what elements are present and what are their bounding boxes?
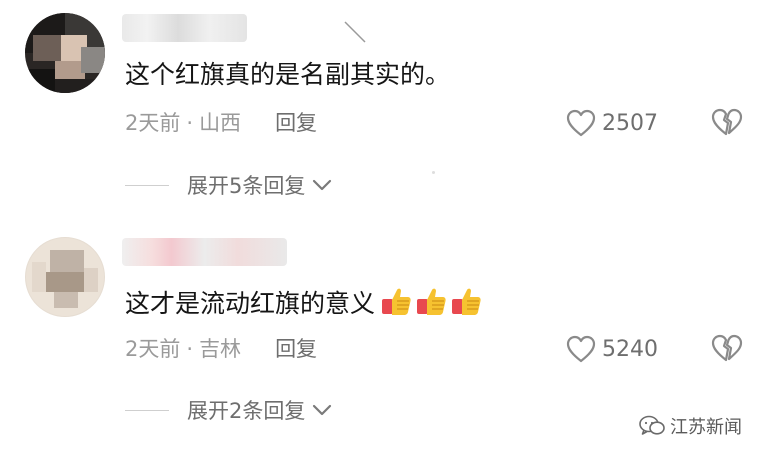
expand-replies-label: 展开5条回复 [187, 174, 306, 198]
like-button[interactable]: 5240 [566, 334, 658, 364]
decorative-dot [432, 171, 435, 174]
like-button[interactable]: 2507 [566, 108, 658, 138]
expand-replies-label: 展开2条回复 [187, 399, 306, 423]
comment-meta: 2天前 · 山西 回复 [125, 109, 317, 137]
chevron-down-icon [313, 179, 332, 191]
watermark-text: 江苏新闻 [670, 417, 742, 438]
wechat-icon [639, 415, 665, 435]
thumbs-up-emoji-icon [417, 288, 446, 315]
broken-heart-icon [711, 334, 743, 362]
decorative-slash [344, 21, 366, 43]
thumbs-up-emoji-icon [382, 288, 411, 315]
comment-text: 这才是流动红旗的意义 [125, 284, 484, 327]
heart-outline-icon [566, 335, 596, 363]
emoji-group [379, 284, 484, 327]
dislike-button[interactable] [711, 107, 743, 137]
username-blurred[interactable] [122, 14, 247, 42]
reply-button[interactable]: 回复 [275, 111, 317, 135]
comment-location: 山西 [199, 111, 242, 135]
username-blurred[interactable] [122, 238, 287, 266]
meta-separator: · [186, 337, 194, 361]
broken-heart-icon [711, 108, 743, 136]
avatar[interactable] [25, 237, 105, 317]
comment-text: 这个红旗真的是名副其实的。 [125, 60, 451, 89]
avatar[interactable] [25, 13, 105, 93]
like-count: 5240 [602, 336, 658, 362]
watermark: 江苏新闻 [638, 413, 742, 439]
comment-text-body: 这才是流动红旗的意义 [125, 289, 376, 318]
like-count: 2507 [602, 110, 658, 136]
chevron-down-icon [313, 404, 332, 416]
heart-outline-icon [566, 109, 596, 137]
comment-meta: 2天前 · 吉林 回复 [125, 335, 317, 363]
meta-separator: · [186, 111, 194, 135]
thumbs-up-emoji-icon [452, 288, 481, 315]
expand-replies-button[interactable]: 展开5条回复 [125, 171, 333, 199]
reply-button[interactable]: 回复 [275, 337, 317, 361]
comment-location: 吉林 [199, 337, 242, 361]
comment-time: 2天前 [125, 111, 181, 135]
divider-line [125, 409, 169, 411]
divider-line [125, 184, 169, 186]
expand-replies-button[interactable]: 展开2条回复 [125, 396, 333, 424]
comment-item: 这个红旗真的是名副其实的。 2天前 · 山西 回复 2507 展开5条回复 [0, 0, 771, 225]
dislike-button[interactable] [711, 333, 743, 363]
comment-time: 2天前 [125, 337, 181, 361]
